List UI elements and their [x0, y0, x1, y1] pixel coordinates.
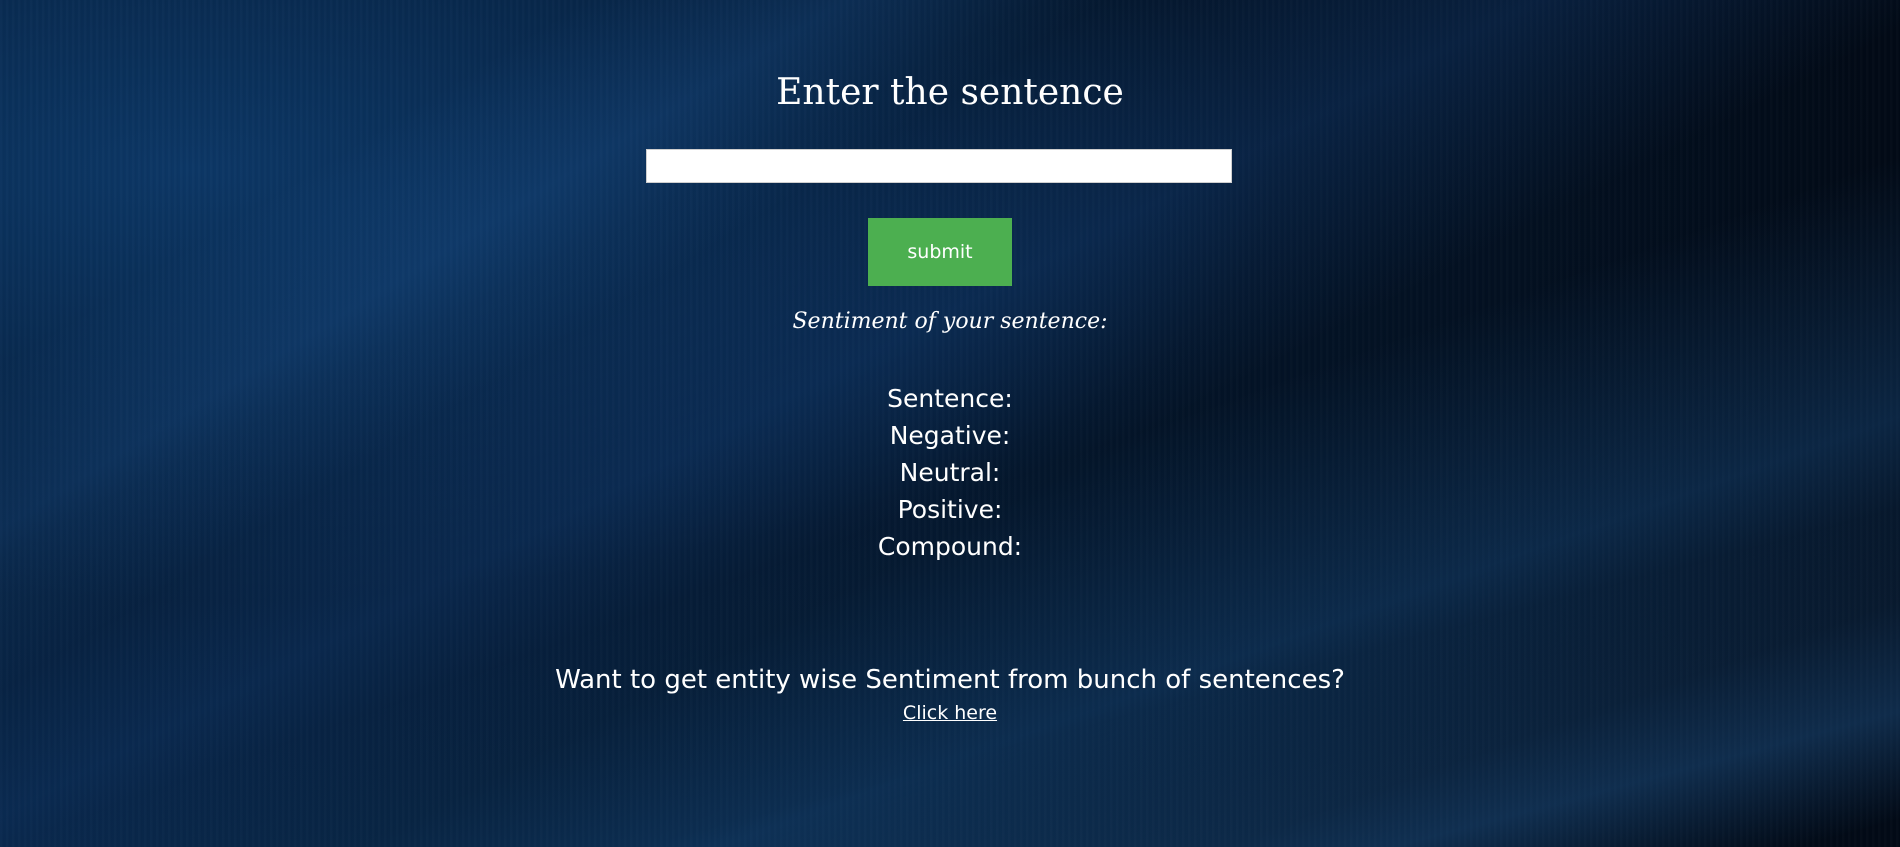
- sentiment-page: Enter the sentence submit Sentiment of y…: [0, 0, 1900, 847]
- result-row-compound: Compound:: [0, 528, 1900, 565]
- sentence-input[interactable]: [646, 149, 1232, 183]
- click-here-container: Click here: [0, 700, 1900, 726]
- result-row-negative: Negative:: [0, 417, 1900, 454]
- result-row-neutral: Neutral:: [0, 454, 1900, 491]
- sentiment-results: Sentence: Negative: Neutral: Positive: C…: [0, 380, 1900, 565]
- sentiment-heading: Sentiment of your sentence:: [792, 309, 1108, 334]
- entity-sentiment-prompt: Want to get entity wise Sentiment from b…: [555, 665, 1345, 695]
- result-label: Neutral:: [899, 458, 1001, 487]
- click-here-link[interactable]: Click here: [903, 702, 997, 724]
- result-row-sentence: Sentence:: [0, 380, 1900, 417]
- result-label: Negative:: [889, 421, 1011, 450]
- result-label: Sentence:: [887, 384, 1013, 413]
- result-label: Compound:: [877, 532, 1023, 561]
- result-label: Positive:: [897, 495, 1003, 524]
- page-title: Enter the sentence: [776, 72, 1124, 113]
- submit-button[interactable]: submit: [868, 218, 1012, 286]
- result-row-positive: Positive:: [0, 491, 1900, 528]
